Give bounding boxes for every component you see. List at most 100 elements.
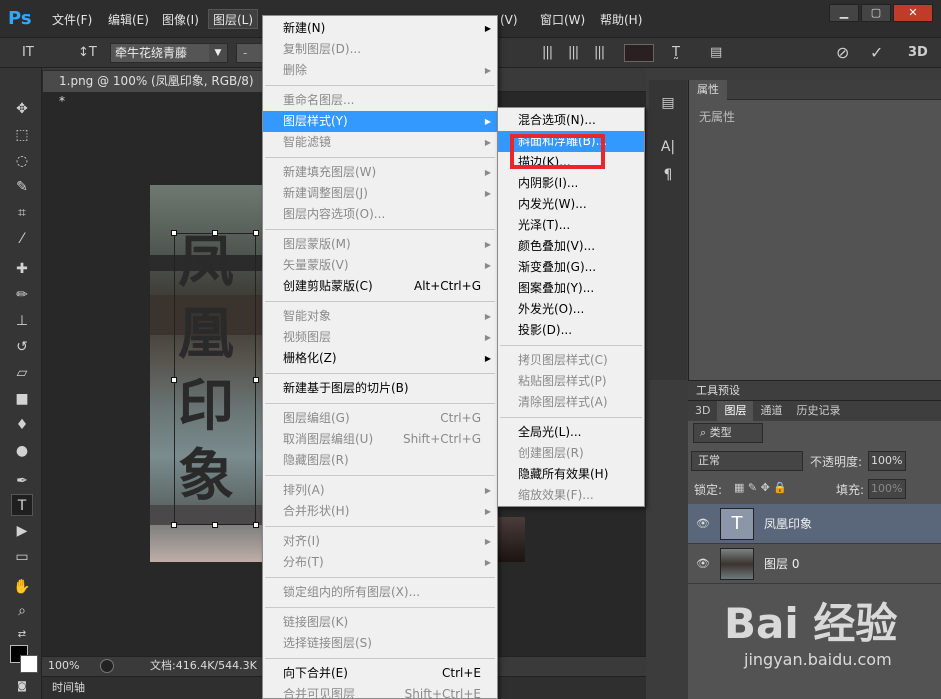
lasso-tool-icon[interactable]: ◌: [11, 150, 33, 172]
background-color-swatch[interactable]: [20, 655, 38, 673]
menu-item[interactable]: 锁定组内的所有图层(X)...: [263, 582, 497, 603]
menu-item[interactable]: 取消图层编组(U) Shift+Ctrl+G: [263, 429, 497, 450]
menu-item[interactable]: 删除 ▶: [263, 60, 497, 81]
menu-item[interactable]: 图层编组(G) Ctrl+G: [263, 408, 497, 429]
menu-item[interactable]: 渐变叠加(G)...: [498, 257, 644, 278]
align-center-icon[interactable]: |||: [568, 44, 579, 62]
menu-item[interactable]: 合并可见图层 Shift+Ctrl+E: [263, 684, 497, 699]
menu-item[interactable]: 新建填充图层(W) ▶: [263, 162, 497, 183]
menu-item[interactable]: 内发光(W)...: [498, 194, 644, 215]
menu-layer[interactable]: 图层(L): [208, 9, 259, 29]
menu-item[interactable]: 缩放效果(F)...: [498, 485, 644, 506]
menu-item[interactable]: 图案叠加(Y)...: [498, 278, 644, 299]
document-tab[interactable]: 1.png @ 100% (凤凰印象, RGB/8) * ×: [42, 70, 279, 108]
font-style-select[interactable]: -: [236, 43, 264, 63]
pen-tool-icon[interactable]: ✒: [11, 470, 33, 492]
tool-presets-tab[interactable]: 工具预设: [688, 380, 941, 400]
menu-item[interactable]: 清除图层样式(A): [498, 392, 644, 413]
transform-handle[interactable]: [212, 522, 218, 528]
menu-item[interactable]: 对齐(I) ▶: [263, 531, 497, 552]
3d-icon[interactable]: 3D: [908, 44, 928, 62]
menu-item[interactable]: 创建图层(R): [498, 443, 644, 464]
clone-stamp-tool-icon[interactable]: ⊥: [11, 310, 33, 332]
menu-item[interactable]: 链接图层(K): [263, 612, 497, 633]
history-brush-tool-icon[interactable]: ↺: [11, 336, 33, 358]
transform-handle[interactable]: [253, 522, 259, 528]
menu-item[interactable]: 矢量蒙版(V) ▶: [263, 255, 497, 276]
transform-handle[interactable]: [253, 377, 259, 383]
menu-item[interactable]: 复制图层(D)...: [263, 39, 497, 60]
cancel-icon[interactable]: ⊘: [836, 44, 849, 62]
menu-item[interactable]: 创建剪贴蒙版(C) Alt+Ctrl+G: [263, 276, 497, 297]
menu-item[interactable]: 隐藏所有效果(H): [498, 464, 644, 485]
tab-channels[interactable]: 通道: [753, 401, 789, 421]
type-tool-icon[interactable]: T: [11, 494, 33, 516]
menu-item[interactable]: 选择链接图层(S): [263, 633, 497, 654]
maximize-button[interactable]: ▢: [861, 4, 891, 22]
tab-history[interactable]: 历史记录: [789, 401, 847, 421]
menu-item[interactable]: 颜色叠加(V)...: [498, 236, 644, 257]
text-bounding-box[interactable]: [171, 230, 259, 528]
properties-tab[interactable]: 属性: [689, 80, 727, 100]
tab-3d[interactable]: 3D: [688, 401, 717, 421]
transform-handle[interactable]: [171, 377, 177, 383]
layer-filter-select[interactable]: ⌕ 类型: [693, 423, 763, 443]
dodge-tool-icon[interactable]: ●: [11, 440, 33, 462]
swap-colors-icon[interactable]: ⇄: [11, 624, 33, 646]
menu-item[interactable]: 新建基于图层的切片(B): [263, 378, 497, 399]
rectangle-tool-icon[interactable]: ▭: [11, 546, 33, 568]
blend-mode-select[interactable]: 正常: [691, 451, 803, 471]
commit-icon[interactable]: ✓: [870, 44, 883, 62]
hand-tool-icon[interactable]: ✋: [11, 576, 33, 598]
menu-item[interactable]: 新建调整图层(J) ▶: [263, 183, 497, 204]
font-family-select[interactable]: 牵牛花绕青藤 ▼: [110, 43, 228, 63]
eraser-tool-icon[interactable]: ▱: [11, 362, 33, 384]
transform-handle[interactable]: [171, 230, 177, 236]
menu-file[interactable]: 文件(F): [48, 10, 96, 30]
crop-tool-icon[interactable]: ⌗: [11, 202, 33, 224]
blur-tool-icon[interactable]: ♦: [11, 414, 33, 436]
menu-view[interactable]: (V): [496, 10, 522, 30]
layer-row[interactable]: 👁 T 凤凰印象: [688, 504, 941, 544]
menu-item[interactable]: 智能滤镜 ▶: [263, 132, 497, 153]
menu-edit[interactable]: 编辑(E): [104, 10, 153, 30]
menu-item[interactable]: 合并形状(H) ▶: [263, 501, 497, 522]
menu-item[interactable]: 向下合并(E) Ctrl+E: [263, 663, 497, 684]
menu-item[interactable]: 全局光(L)...: [498, 422, 644, 443]
visibility-eye-icon[interactable]: 👁: [696, 544, 710, 584]
opacity-input[interactable]: 100%: [868, 451, 906, 471]
transform-handle[interactable]: [171, 522, 177, 528]
character-panel-icon[interactable]: ▤: [710, 44, 722, 62]
text-orientation-icon[interactable]: ↕T: [78, 44, 97, 62]
menu-item[interactable]: 外发光(O)...: [498, 299, 644, 320]
marquee-tool-icon[interactable]: ⬚: [11, 124, 33, 146]
menu-item[interactable]: 内阴影(I)...: [498, 173, 644, 194]
paragraph-panel-icon[interactable]: ¶: [657, 164, 679, 186]
menu-help[interactable]: 帮助(H): [596, 10, 646, 30]
menu-item[interactable]: 分布(T) ▶: [263, 552, 497, 573]
zoom-tool-icon[interactable]: ⌕: [11, 600, 33, 622]
menu-item[interactable]: 栅格化(Z) ▶: [263, 348, 497, 369]
quick-select-tool-icon[interactable]: ✎: [11, 176, 33, 198]
menu-item[interactable]: 新建(N) ▶: [263, 18, 497, 39]
minimize-button[interactable]: ▁: [829, 4, 859, 22]
brush-tool-icon[interactable]: ✏: [11, 284, 33, 306]
menu-item[interactable]: 重命名图层...: [263, 90, 497, 111]
status-info-icon[interactable]: [100, 659, 114, 673]
transform-handle[interactable]: [212, 230, 218, 236]
close-button[interactable]: ✕: [893, 4, 933, 22]
path-selection-tool-icon[interactable]: ▶: [11, 520, 33, 542]
menu-item[interactable]: 视频图层 ▶: [263, 327, 497, 348]
menu-item[interactable]: 智能对象 ▶: [263, 306, 497, 327]
menu-image[interactable]: 图像(I): [158, 10, 203, 30]
zoom-level[interactable]: 100%: [48, 657, 79, 675]
menu-item[interactable]: 混合选项(N)...: [498, 110, 644, 131]
layer-row[interactable]: 👁 图层 0: [688, 544, 941, 584]
menu-item[interactable]: 投影(D)...: [498, 320, 644, 341]
menu-item[interactable]: 粘贴图层样式(P): [498, 371, 644, 392]
text-color-swatch[interactable]: [624, 44, 654, 62]
menu-item[interactable]: 隐藏图层(R): [263, 450, 497, 471]
character-panel-icon[interactable]: A|: [657, 136, 679, 158]
quick-mask-icon[interactable]: ◙: [11, 676, 33, 698]
menu-item[interactable]: 光泽(T)...: [498, 215, 644, 236]
